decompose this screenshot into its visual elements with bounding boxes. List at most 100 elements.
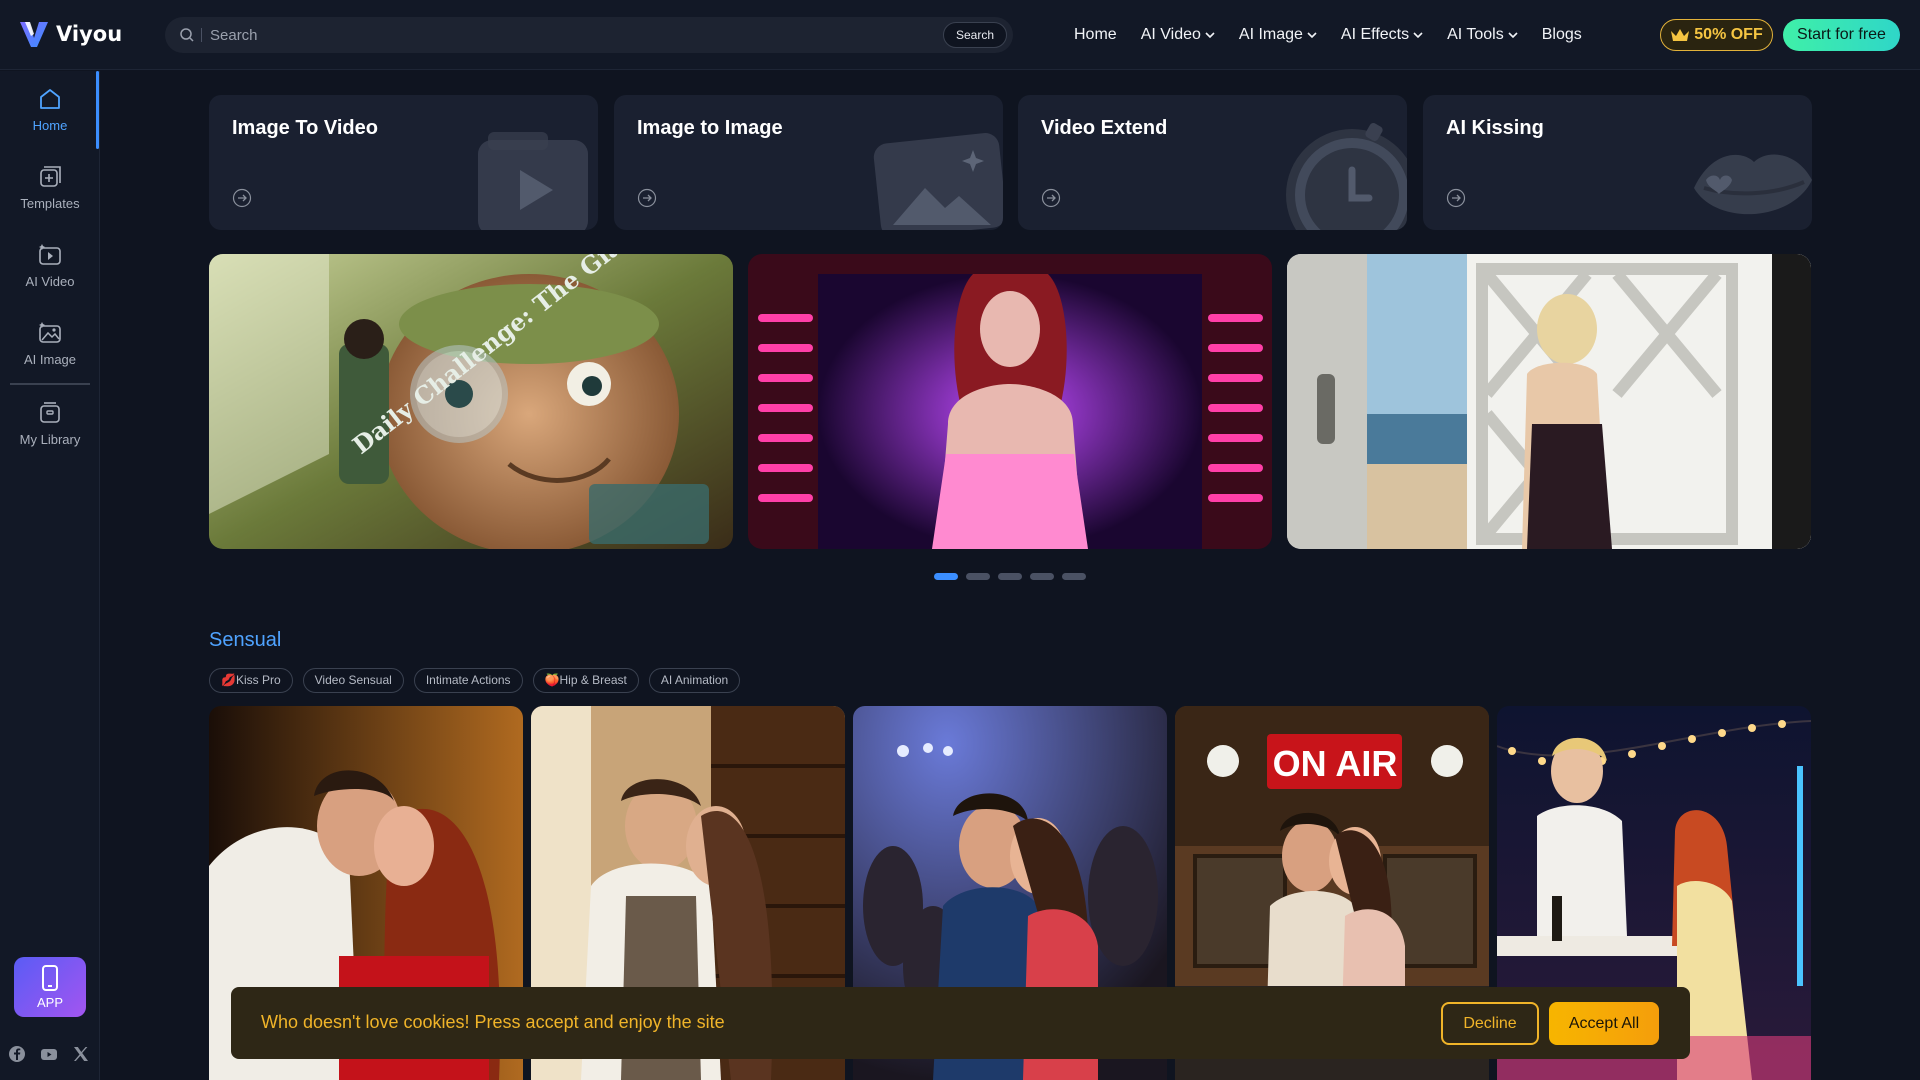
feature-title: Image To Video xyxy=(232,117,378,139)
sidebar-item-home[interactable]: Home xyxy=(0,73,100,145)
chip-intimate-actions[interactable]: Intimate Actions xyxy=(413,668,523,693)
carousel-dot-active[interactable] xyxy=(934,573,958,580)
chevron-down-icon xyxy=(1413,32,1423,39)
phone-icon xyxy=(42,964,58,991)
search-icon xyxy=(180,28,194,42)
nav-ai-tools[interactable]: AI Tools xyxy=(1447,26,1518,44)
arrow-right-circle-icon[interactable] xyxy=(1041,188,1061,208)
chip-video-sensual[interactable]: Video Sensual xyxy=(302,668,404,693)
nav-ai-tools-label: AI Tools xyxy=(1447,26,1504,43)
image-sparkle-icon xyxy=(873,133,1003,230)
sidebar-item-label: My Library xyxy=(19,431,81,447)
nav-home[interactable]: Home xyxy=(1074,26,1117,44)
sidebar-item-label: AI Video xyxy=(25,273,75,289)
cookie-banner: Who doesn't love cookies! Press accept a… xyxy=(231,987,1690,1059)
app-label: APP xyxy=(36,994,63,1010)
chip-prefix: 🍑 xyxy=(544,673,560,687)
feature-title: AI Kissing xyxy=(1446,117,1544,139)
slide-image xyxy=(748,254,1272,549)
carousel-slide-neon[interactable] xyxy=(748,254,1272,549)
on-air-sign: ON AIR xyxy=(1273,743,1398,784)
sidebar-item-label: AI Image xyxy=(23,351,77,367)
video-camera-icon xyxy=(478,132,588,230)
arrow-right-circle-icon[interactable] xyxy=(1446,188,1466,208)
nav-ai-image[interactable]: AI Image xyxy=(1239,26,1317,44)
youtube-icon[interactable] xyxy=(40,1045,58,1063)
chip-label: Video Sensual xyxy=(314,673,392,687)
feature-title: Image to Image xyxy=(637,117,783,139)
ai-video-icon xyxy=(39,243,61,265)
templates-icon xyxy=(40,165,61,187)
slide-image: Daily Challenge: The Giant's Optician xyxy=(209,254,733,549)
promo-label: 50% OFF xyxy=(1694,26,1763,43)
sidebar: Home Templates AI Video AI Image My Libr… xyxy=(0,71,100,1080)
nav-ai-effects[interactable]: AI Effects xyxy=(1341,26,1423,44)
chevron-down-icon xyxy=(1307,32,1317,39)
nav-ai-video[interactable]: AI Video xyxy=(1141,26,1215,44)
chevron-down-icon xyxy=(1205,32,1215,39)
sidebar-item-my-library[interactable]: My Library xyxy=(0,387,100,459)
nav-blogs-label: Blogs xyxy=(1541,26,1582,43)
feature-title: Video Extend xyxy=(1041,117,1168,139)
clock-icon xyxy=(1286,123,1407,230)
carousel-dot[interactable] xyxy=(1062,573,1086,580)
facebook-icon[interactable] xyxy=(8,1045,26,1063)
carousel-dots xyxy=(934,573,1086,580)
sidebar-item-ai-image[interactable]: AI Image xyxy=(0,307,100,379)
nav-ai-effects-label: AI Effects xyxy=(1340,26,1410,43)
carousel-dot[interactable] xyxy=(998,573,1022,580)
search-button[interactable]: Search xyxy=(942,22,1007,48)
top-bar: Viyou Search Home AI Video AI Image AI E… xyxy=(0,0,1920,70)
carousel-slide-giant-optician[interactable]: Daily Challenge: The Giant's Optician xyxy=(209,254,733,549)
search-separator xyxy=(201,28,202,42)
lips-icon xyxy=(1694,154,1812,215)
app-download-button[interactable]: APP xyxy=(14,957,86,1017)
logo[interactable]: Viyou xyxy=(18,18,122,50)
search-bar: Search xyxy=(165,17,1013,53)
feature-card-image-to-image[interactable]: Image to Image xyxy=(614,95,1003,230)
category-chips: 💋Kiss Pro Video Sensual Intimate Actions… xyxy=(209,668,741,693)
chip-prefix: 💋 xyxy=(221,673,236,687)
chip-ai-animation[interactable]: AI Animation xyxy=(648,668,741,693)
arrow-right-circle-icon[interactable] xyxy=(232,188,252,208)
accept-all-button[interactable]: Accept All xyxy=(1549,1002,1659,1045)
carousel-slide-beach-door[interactable] xyxy=(1287,254,1811,549)
viyou-logo-icon xyxy=(20,22,48,47)
library-icon xyxy=(40,401,60,423)
crown-icon xyxy=(1671,29,1690,41)
nav-home-label: Home xyxy=(1074,26,1117,43)
section-title[interactable]: Sensual xyxy=(209,629,281,652)
chip-kiss-pro[interactable]: 💋Kiss Pro xyxy=(209,668,293,693)
cookie-message: Who doesn't love cookies! Press accept a… xyxy=(261,1012,725,1032)
chip-label: Intimate Actions xyxy=(425,673,511,687)
sidebar-item-templates[interactable]: Templates xyxy=(0,151,100,223)
feature-card-image-to-video[interactable]: Image To Video xyxy=(209,95,598,230)
sidebar-divider xyxy=(10,383,90,385)
home-icon xyxy=(40,88,60,109)
sidebar-item-label: Home xyxy=(32,117,68,133)
decline-button[interactable]: Decline xyxy=(1441,1002,1539,1045)
chip-label: Kiss Pro xyxy=(235,673,281,687)
promo-button[interactable]: 50% OFF xyxy=(1660,19,1773,51)
nav-ai-video-label: AI Video xyxy=(1140,26,1201,43)
slide-image xyxy=(1287,254,1811,549)
x-icon[interactable] xyxy=(72,1045,90,1063)
social-links xyxy=(8,1045,90,1063)
carousel-dot[interactable] xyxy=(966,573,990,580)
brand-name: Viyou xyxy=(56,22,123,46)
nav-ai-image-label: AI Image xyxy=(1238,26,1303,43)
chevron-down-icon xyxy=(1508,32,1518,39)
carousel-dot[interactable] xyxy=(1030,573,1054,580)
arrow-right-circle-icon[interactable] xyxy=(637,188,657,208)
chip-label: AI Animation xyxy=(660,673,729,687)
chip-hip-breast[interactable]: 🍑Hip & Breast xyxy=(532,668,639,693)
sidebar-item-label: Templates xyxy=(20,195,80,211)
sidebar-item-ai-video[interactable]: AI Video xyxy=(0,229,100,301)
nav-blogs[interactable]: Blogs xyxy=(1542,26,1582,44)
chip-label: Hip & Breast xyxy=(559,673,627,687)
feature-card-ai-kissing[interactable]: AI Kissing xyxy=(1423,95,1812,230)
start-for-free-button[interactable]: Start for free xyxy=(1783,19,1900,51)
search-input[interactable] xyxy=(210,26,910,44)
ai-image-icon xyxy=(39,321,61,343)
feature-card-video-extend[interactable]: Video Extend xyxy=(1018,95,1407,230)
